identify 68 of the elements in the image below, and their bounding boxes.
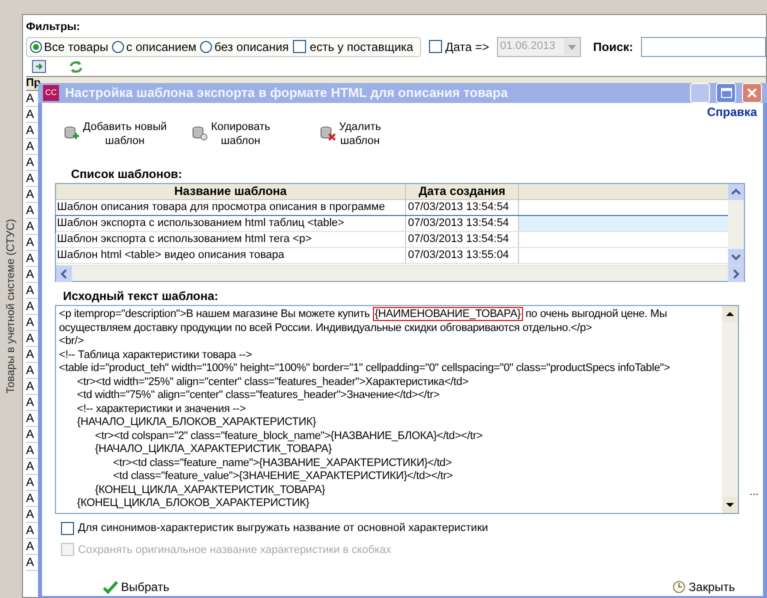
select-button[interactable]: Выбрать bbox=[103, 578, 170, 596]
code-line: <td width="75%" align="center" class="features_header">Значение</td></tr> bbox=[76, 389, 440, 402]
toolbar-button[interactable]: Добавить новый шаблон bbox=[63, 120, 173, 148]
code-line: <!-- характеристики и значения --> bbox=[76, 402, 247, 416]
filter-radio[interactable]: Все товары bbox=[30, 38, 108, 56]
checkbox[interactable] bbox=[429, 40, 442, 53]
close-dialog-button[interactable]: Закрыть bbox=[672, 578, 735, 596]
dialog-title: Настройка шаблона экспорта в формате HTML для описания товара bbox=[65, 84, 509, 102]
search-field[interactable] bbox=[641, 36, 766, 56]
side-label: Товары в учетной системе (СТУС) bbox=[4, 218, 18, 394]
checkbox-label: Дата => bbox=[445, 38, 490, 56]
source-title: Исходный текст шаблона: bbox=[63, 288, 220, 305]
table-row[interactable]: Шаблон экспорта с использованием html таблиц <table> 07/03/2013 13:54:54 bbox=[56, 216, 728, 232]
filter-radio[interactable]: без описания bbox=[200, 38, 289, 56]
scroll-left-icon[interactable] bbox=[56, 266, 72, 282]
scroll-down-icon[interactable] bbox=[722, 497, 738, 513]
toolbar-button[interactable]: Копировать шаблон bbox=[191, 120, 301, 148]
code-line: <td class="feature_value">{ЗНАЧЕНИЕ_ХАРАКТЕРИСТИКИ}</td></tr> bbox=[112, 470, 454, 484]
code-line: <br/> bbox=[59, 335, 85, 348]
app-logo: CC bbox=[43, 85, 59, 101]
checkbox[interactable] bbox=[292, 40, 306, 53]
toolbar-button[interactable]: Удалить шаблон bbox=[319, 120, 429, 148]
code-line: <table id="product_teh" width="100%" height="100%" border="1" cellpadding="0" cellspacing="0" class="productSpecs infoTable"> bbox=[59, 362, 671, 376]
help-link[interactable]: Справка bbox=[707, 103, 757, 117]
column-header[interactable]: Название шаблона bbox=[56, 184, 406, 199]
code-line: <!-- Таблица характеристики товара --> bbox=[59, 348, 254, 362]
code-line: {НАЧАЛО_ЦИКЛА_ХАРАКТЕРИСТИК_ТОВАРА} bbox=[94, 443, 333, 456]
table-row[interactable]: Шаблон html <table> видео описания товара 07/03/2013 13:55:04 bbox=[56, 248, 728, 264]
table-cell: Шаблон html <table> видео описания товара bbox=[56, 248, 406, 263]
table-cell: Шаблон экспорта с использованием html таблиц <table> bbox=[56, 216, 406, 231]
code-line: <tr><td class="feature_name">{НАЗВАНИЕ_ХАРАКТЕРИСТИКИ}</td> bbox=[112, 456, 453, 470]
option-label: Для синонимов-характеристик выгружать название от основной характеристики bbox=[78, 521, 488, 536]
close-icon[interactable] bbox=[747, 88, 757, 98]
code-paragraph: <p itemprop="description">В нашем магазине Вы можете купить {НАИМЕНОВАНИЕ_ТОВАРА} по очень выгодной цене. Мы осуществляем доставку продукции по всей России. Индивидуальные скидки обговариваются отдельно.</p> bbox=[59, 308, 668, 335]
filter-radio[interactable]: с описанием bbox=[112, 38, 196, 56]
templates-title: Список шаблонов: bbox=[71, 166, 184, 183]
table-cell: 07/03/2013 13:54:54 bbox=[406, 216, 519, 231]
dropdown-icon[interactable] bbox=[564, 38, 580, 54]
table-row[interactable]: Шаблон экспорта с использованием html тега <p> 07/03/2013 13:54:54 bbox=[56, 232, 728, 248]
copy-icon bbox=[191, 125, 209, 143]
filters-title: Фильтры: bbox=[26, 20, 82, 35]
search-label: Поиск: bbox=[593, 38, 634, 56]
table-cell: 07/03/2013 13:54:54 bbox=[406, 232, 519, 247]
refresh-icon[interactable] bbox=[68, 60, 84, 74]
horizontal-scrollbar[interactable] bbox=[56, 265, 744, 281]
scroll-right-icon[interactable] bbox=[728, 266, 744, 282]
code-line: <tr><td colspan="2" class="feature_block_name">{НАЗВАНИЕ_БЛОКА}</td></tr> bbox=[94, 430, 484, 443]
code-line: {КОНЕЦ_ЦИКЛА_ХАРАКТЕРИСТИК_ТОВАРА} bbox=[94, 484, 326, 497]
vertical-scrollbar[interactable] bbox=[722, 306, 738, 513]
scroll-up-icon[interactable] bbox=[722, 306, 738, 322]
code-line: <tr><td width="25%" align="center" class="features_header">Характеристика</td> bbox=[76, 376, 470, 389]
option-label: Сохранять оригинальное название характеристики в скобках bbox=[78, 542, 392, 558]
maximize-button[interactable] bbox=[716, 83, 736, 103]
table-row[interactable]: Шаблон описания товара для просмотра описания в программе 07/03/2013 13:54:54 bbox=[56, 200, 728, 216]
table-cell: 07/03/2013 13:55:04 bbox=[406, 248, 519, 263]
source-editor[interactable] bbox=[55, 305, 739, 514]
check-icon bbox=[103, 580, 118, 594]
delete-icon bbox=[319, 125, 337, 143]
code-line: {КОНЕЦ_ЦИКЛА_БЛОКОВ_ХАРАКТЕРИСТИК} bbox=[76, 497, 310, 510]
checkbox[interactable] bbox=[61, 522, 74, 535]
more-button[interactable]: ... bbox=[745, 484, 763, 500]
export-icon[interactable] bbox=[32, 60, 46, 73]
table-cell: Шаблон экспорта с использованием html тега <p> bbox=[56, 232, 406, 247]
checkbox-label: есть у поставщика bbox=[310, 38, 414, 56]
code-line: {НАЧАЛО_ЦИКЛА_БЛОКОВ_ХАРАКТЕРИСТИК} bbox=[76, 416, 317, 430]
close-button[interactable] bbox=[742, 83, 762, 103]
column-header[interactable]: Дата создания bbox=[406, 184, 519, 199]
clock-icon bbox=[672, 580, 686, 594]
